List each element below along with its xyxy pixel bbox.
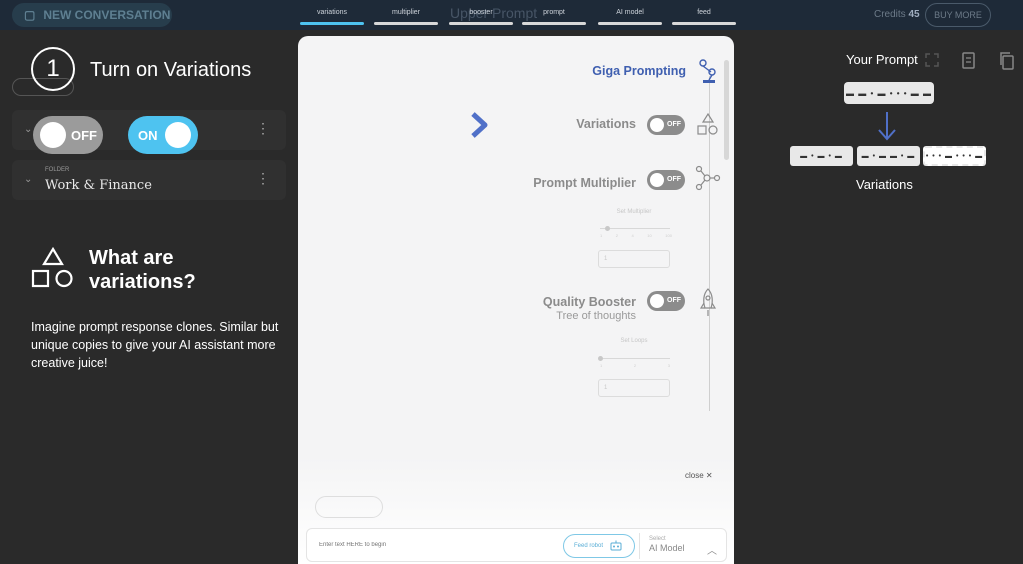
step-title: Turn on Variations [90,59,252,81]
robot-arm-icon [699,59,716,83]
toggle-on-label: ON [138,128,158,143]
chevron-down-icon[interactable]: ⌄ [24,174,32,185]
booster-toggle-state: OFF [667,297,681,304]
tab-booster[interactable]: booster [449,9,513,16]
set-loops-label: Set Loops [620,338,648,344]
prompt-input[interactable] [319,542,549,548]
multiplier-toggle[interactable]: OFF [647,170,685,190]
step-number: 1 [31,47,75,91]
variations-option-label: Variations [576,117,636,131]
input-separator [639,533,640,559]
tab-variations[interactable]: variations [300,9,364,16]
what-are-variations-title: What are variations? [89,247,196,293]
loops-slider-handle[interactable] [598,356,603,361]
collapsed-pill[interactable] [315,496,383,518]
multiplier-slider[interactable] [600,228,670,229]
kebab-menu-icon[interactable]: ⋮ [256,120,270,137]
tab-feed[interactable]: feed [672,9,736,16]
multiplier-ticks: 1 2 4 10 100 [600,233,672,238]
prompt-input-bar: Feed robot Select AI Model ︿ [306,528,727,562]
multiplier-input[interactable]: 1 [598,250,670,268]
tab-indicator [449,22,513,25]
kebab-menu-icon[interactable]: ⋮ [256,170,270,187]
tab-ai-model[interactable]: AI model [598,9,662,16]
giga-prompting-panel: Giga Prompting Variations OFF Prompt Mul… [298,36,734,564]
rocket-icon [699,288,717,316]
arrow-down-icon [878,112,896,141]
credits-readout: Credits 45 [874,9,920,20]
set-multiplier-label: Set Multiplier [616,209,652,215]
folder-item-work-finance[interactable]: ⌄ FOLDER Work & Finance ⋮ [12,160,286,200]
tab-indicator [300,22,364,25]
credits-value: 45 [908,9,920,20]
variations-caption: Variations [856,177,913,192]
expand-icon[interactable] [924,52,940,68]
tab-multiplier[interactable]: multiplier [374,9,438,16]
buy-more-button[interactable]: BUY MORE [925,3,991,27]
notes-icon[interactable] [961,52,977,70]
toggle-knob [650,118,664,132]
tab-indicator [598,22,662,25]
prompt-example-box: ▬ ▬ • ▬ • • • ▬ ▬ [844,82,934,104]
ai-model-select[interactable]: Select AI Model ︿ [649,536,721,557]
variation-example-box: • • • ▬ • • • ▬ [923,146,986,166]
giga-prompting-title: Giga Prompting [592,64,686,78]
robot-icon [610,540,622,551]
multiplier-option-label: Prompt Multiplier [533,176,636,190]
toggle-knob [40,122,66,148]
toggle-off-example: OFF [33,116,103,154]
toggle-knob [650,173,664,187]
loops-input[interactable]: 1 [598,379,670,397]
folder-caption: FOLDER [45,167,70,173]
booster-toggle[interactable]: OFF [647,291,685,311]
tab-prompt[interactable]: prompt [522,9,586,16]
loops-ticks: 123 [600,363,670,368]
variation-example-box: ▬ • ▬ ▬ • ▬ [857,146,920,166]
feed-robot-label: Feed robot [574,543,604,549]
feed-robot-button[interactable]: Feed robot [563,534,635,558]
shapes-icon [697,113,718,135]
chevron-down-icon[interactable]: ⌄ [24,124,32,135]
multiplier-toggle-state: OFF [667,176,681,183]
booster-sublabel: Tree of thoughts [556,310,636,322]
panel-scrollbar[interactable] [724,60,729,160]
tab-indicator [672,22,736,25]
toggle-knob [165,122,191,148]
new-conversation-label: NEW CONVERSATION [43,8,171,22]
chat-icon: ▢ [24,8,36,22]
variation-example-box: ▬ • ▬ • ▬ [790,146,853,166]
shapes-icon [31,247,73,288]
booster-option-label: Quality Booster [542,295,636,309]
your-prompt-title: Your Prompt [846,52,918,67]
pointer-arrow-icon [425,112,488,138]
copy-icon[interactable] [999,52,1015,70]
toggle-knob [650,294,664,308]
toggle-on-example: ON [128,116,198,154]
variations-toggle[interactable]: OFF [647,115,685,135]
credits-label: Credits [874,9,906,20]
network-nodes-icon [695,165,721,191]
new-conversation-button[interactable]: ▢ NEW CONVERSATION [12,3,172,27]
multiplier-slider-handle[interactable] [605,226,610,231]
chevron-up-icon[interactable]: ︿ [707,542,717,557]
loops-slider[interactable] [600,358,670,359]
folder-name: Work & Finance [45,178,152,193]
close-button[interactable]: close ✕ [685,471,713,480]
variations-toggle-state: OFF [667,121,681,128]
tab-indicator [522,22,586,25]
variations-description: Imagine prompt response clones. Similar … [31,320,279,370]
toggle-off-label: OFF [71,128,97,143]
tab-indicator [374,22,438,25]
